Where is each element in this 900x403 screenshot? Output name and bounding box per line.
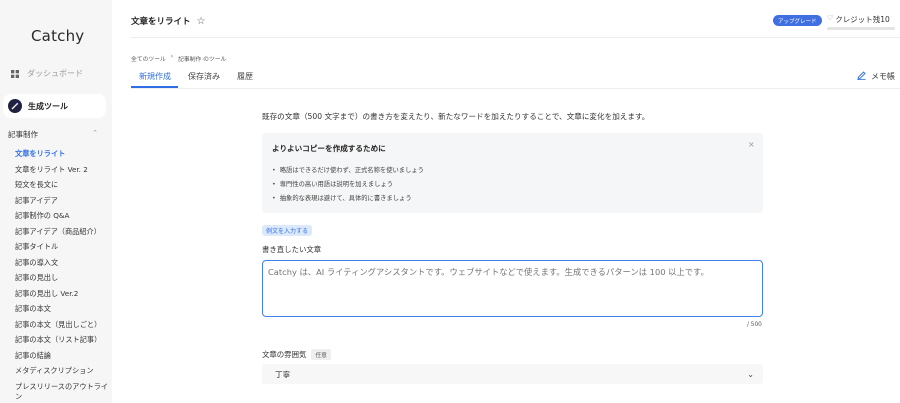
sidebar-item-article-ideas[interactable]: 記事アイデア bbox=[15, 193, 112, 209]
category-header[interactable]: 記事制作 ⌃ bbox=[8, 129, 98, 140]
char-counter: / 500 bbox=[747, 322, 762, 328]
category-label: 記事制作 bbox=[8, 130, 38, 139]
tab-new[interactable]: 新規作成 bbox=[139, 71, 171, 82]
close-icon[interactable]: × bbox=[748, 140, 755, 149]
app-logo[interactable]: Catchy bbox=[31, 27, 84, 45]
page-title-text: 文章をリライト bbox=[131, 17, 191, 27]
memo-label: メモ帳 bbox=[871, 72, 895, 81]
rewrite-textarea[interactable] bbox=[262, 260, 763, 317]
tabs-divider bbox=[131, 88, 900, 89]
credit-text: クレジット残10 bbox=[835, 15, 890, 24]
sidebar-item-article-intro[interactable]: 記事の導入文 bbox=[15, 255, 112, 271]
app-root: Catchy ダッシュボード 生成ツール 記事制作 ⌃ 文章をリライト 文章をリ… bbox=[0, 0, 900, 403]
sidebar-item-article-conclusion[interactable]: 記事の結論 bbox=[15, 348, 112, 364]
insert-example-button[interactable]: 例文を入力する bbox=[262, 225, 313, 236]
chevron-down-icon: ⌄ bbox=[747, 369, 754, 379]
breadcrumb-root[interactable]: 全てのツール bbox=[131, 54, 166, 63]
credit-icon: ♡ bbox=[827, 14, 834, 22]
tone-label: 文章の雰囲気 bbox=[262, 350, 307, 359]
tone-select[interactable]: 丁寧 ⌄ bbox=[262, 364, 763, 384]
tips-panel: よりよいコピーを作成するために × 略語はできるだけ使わず、正式名称を使いましょ… bbox=[262, 133, 763, 213]
rewrite-label: 書き直したい文章 bbox=[262, 245, 322, 254]
sidebar-item-article-headings[interactable]: 記事の見出し bbox=[15, 270, 112, 286]
tips-list: 略語はできるだけ使わず、正式名称を使いましょう 専門性の高い用語は説明を加えまし… bbox=[272, 164, 424, 206]
sidebar-item-article-ideas-product[interactable]: 記事アイデア（商品紹介） bbox=[15, 224, 112, 240]
sidebar-item-article-headings-v2[interactable]: 記事の見出し Ver.2 bbox=[15, 286, 112, 302]
sidebar-item-meta-description[interactable]: メタディスクリプション bbox=[15, 363, 112, 379]
sidebar-item-article-qa[interactable]: 記事制作の Q&A bbox=[15, 208, 112, 224]
optional-badge: 任意 bbox=[311, 349, 331, 360]
sidebar-item-dashboard[interactable]: ダッシュボード bbox=[11, 68, 83, 79]
sidebar-item-article-body-list[interactable]: 記事の本文（リスト記事） bbox=[15, 332, 112, 348]
tone-select-value: 丁寧 bbox=[275, 369, 291, 379]
sidebar-item-article-title[interactable]: 記事タイトル bbox=[15, 239, 112, 255]
magic-wand-icon bbox=[8, 99, 22, 113]
sidebar-item-press-release-outline[interactable]: プレスリリースのアウトライン bbox=[15, 379, 112, 402]
header-divider bbox=[131, 37, 900, 38]
sidebar-item-article-body[interactable]: 記事の本文 bbox=[15, 301, 112, 317]
tip-item: 専門性の高い用語は説明を加えましょう bbox=[272, 178, 424, 192]
sidebar-item-generate-tools[interactable]: 生成ツール bbox=[3, 94, 106, 118]
tab-history[interactable]: 履歴 bbox=[237, 71, 253, 82]
credit-status: ♡ クレジット残10 bbox=[827, 14, 890, 25]
sidebar-item-label: 生成ツール bbox=[28, 101, 68, 111]
star-icon[interactable]: ☆ bbox=[197, 16, 206, 27]
chevron-up-icon: ⌃ bbox=[92, 129, 98, 137]
tip-item: 抽象的な表現は避けて、具体的に書きましょう bbox=[272, 192, 424, 206]
tab-saved[interactable]: 保存済み bbox=[188, 71, 220, 82]
breadcrumb: 全てのツール › 記事制作 のツール bbox=[131, 54, 226, 63]
page-title: 文章をリライト ☆ bbox=[131, 15, 206, 28]
credit-progress-bar bbox=[827, 27, 895, 30]
sidebar-item-short-to-long[interactable]: 短文を長文に bbox=[15, 177, 112, 193]
sidebar-tool-list: 文章をリライト 文章をリライト Ver. 2 短文を長文に 記事アイデア 記事制… bbox=[15, 146, 112, 402]
sidebar-item-rewrite[interactable]: 文章をリライト bbox=[15, 146, 112, 162]
tone-label-row: 文章の雰囲気 任意 bbox=[262, 349, 331, 360]
sidebar-item-label: ダッシュボード bbox=[27, 69, 83, 78]
memo-button[interactable]: メモ帳 bbox=[857, 71, 895, 82]
tip-item: 略語はできるだけ使わず、正式名称を使いましょう bbox=[272, 164, 424, 178]
breadcrumb-current[interactable]: 記事制作 のツール bbox=[178, 54, 226, 63]
sidebar: Catchy ダッシュボード 生成ツール 記事制作 ⌃ 文章をリライト 文章をリ… bbox=[0, 0, 112, 403]
upgrade-button[interactable]: アップグレード bbox=[773, 15, 822, 26]
tool-description: 既存の文章（500 文字まで）の書き方を変えたり、新たなワードを加えたりすること… bbox=[262, 112, 650, 121]
dashboard-icon bbox=[11, 69, 19, 78]
tips-title: よりよいコピーを作成するために bbox=[272, 144, 386, 153]
pencil-icon bbox=[857, 71, 866, 82]
sidebar-item-article-body-per-heading[interactable]: 記事の本文（見出しごと） bbox=[15, 317, 112, 333]
tab-bar: 新規作成 保存済み 履歴 bbox=[139, 71, 253, 82]
sidebar-item-rewrite-v2[interactable]: 文章をリライト Ver. 2 bbox=[15, 162, 112, 178]
breadcrumb-separator: › bbox=[170, 54, 174, 60]
